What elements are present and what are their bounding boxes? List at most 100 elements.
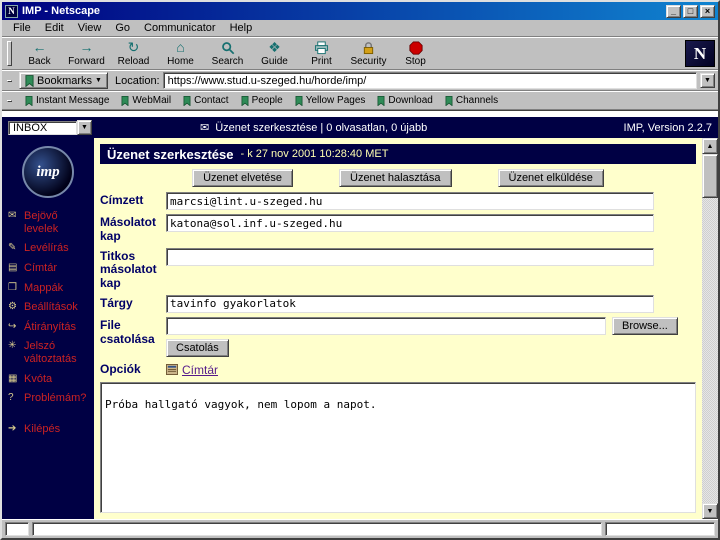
sidebar-item-folders[interactable]: ❒ Mappák xyxy=(8,282,90,295)
netscape-logo[interactable]: N xyxy=(685,40,715,67)
subject-row: Tárgy xyxy=(100,294,696,313)
print-label: Print xyxy=(311,56,332,67)
scrollbar-thumb[interactable] xyxy=(702,154,718,198)
vertical-scrollbar: ▲ ▼ xyxy=(702,138,718,519)
search-button[interactable]: Search xyxy=(204,39,251,68)
minimize-button[interactable]: _ xyxy=(666,4,681,18)
bcc-label: Titkos másolatot kap xyxy=(100,248,157,291)
toolbar-grabber[interactable] xyxy=(7,41,12,66)
sidebar-item-password[interactable]: ✳ Jelszó változtatás xyxy=(8,340,90,365)
scrollbar-track[interactable] xyxy=(702,154,718,503)
personal-toolbar: Instant Message WebMail Contact People Y… xyxy=(2,91,718,110)
send-message-button[interactable]: Üzenet elküldése xyxy=(497,169,604,187)
back-icon: ← xyxy=(32,39,47,55)
bookmarks-button[interactable]: Bookmarks ▼ xyxy=(19,72,108,89)
to-label: Címzett xyxy=(100,193,144,207)
menu-help[interactable]: Help xyxy=(223,21,260,35)
maximize-button[interactable]: □ xyxy=(683,4,698,18)
to-input[interactable] xyxy=(166,192,654,210)
mailbox-select[interactable]: INBOX ▼ xyxy=(8,119,92,136)
url-input[interactable] xyxy=(162,72,697,89)
attach-button[interactable]: Csatolás xyxy=(166,338,229,357)
bcc-row: Titkos másolatot kap xyxy=(100,247,696,291)
print-button[interactable]: Print xyxy=(298,39,345,68)
status-text: Üzenet szerkesztése | 0 olvasatlan, 0 új… xyxy=(215,121,428,134)
browse-button[interactable]: Browse... xyxy=(612,316,678,335)
scroll-up-button[interactable]: ▲ xyxy=(702,138,718,154)
link-download[interactable]: Download xyxy=(374,94,435,107)
stop-button[interactable]: Stop xyxy=(392,39,439,68)
back-button[interactable]: ← Back xyxy=(16,39,63,68)
attachment-row: File csatolása Browse... Csatolás xyxy=(100,316,696,357)
personal-toolbar-grabber[interactable] xyxy=(7,99,12,102)
postpone-message-button[interactable]: Üzenet halasztása xyxy=(339,169,452,187)
quota-icon: ▦ xyxy=(8,372,18,384)
bookmark-icon xyxy=(183,95,191,106)
imp-logo: imp xyxy=(22,146,74,198)
menu-communicator[interactable]: Communicator xyxy=(137,21,223,35)
netscape-app-icon: N xyxy=(5,4,18,18)
home-label: Home xyxy=(167,56,194,67)
search-icon xyxy=(221,40,235,55)
link-webmail[interactable]: WebMail xyxy=(118,94,174,107)
message-body-textarea[interactable]: Próba hallgató vagyok, nem lopom a napot… xyxy=(100,381,696,513)
link-yellow-pages[interactable]: Yellow Pages xyxy=(292,94,369,107)
sidebar-item-problem[interactable]: ? Problémám? xyxy=(8,392,90,405)
progress-panel xyxy=(605,522,715,536)
inbox-mail-icon: ✉ xyxy=(8,210,17,221)
reload-button[interactable]: ↻ Reload xyxy=(110,39,157,68)
imp-top-frame: INBOX ▼ ✉ Üzenet szerkesztése | 0 olvasa… xyxy=(2,111,718,138)
sidebar-item-inbox[interactable]: ✉ Bejövő levelek xyxy=(8,210,90,235)
bookmarks-label: Bookmarks xyxy=(37,74,93,87)
bookmark-icon xyxy=(241,95,249,106)
security-button[interactable]: Security xyxy=(345,39,392,68)
forward-button[interactable]: → Forward xyxy=(63,39,110,68)
sidebar-item-contacts[interactable]: ▤ Címtár xyxy=(8,262,90,275)
mailbox-dropdown-arrow-icon[interactable]: ▼ xyxy=(77,120,92,135)
close-button[interactable]: × xyxy=(700,4,715,18)
menu-edit[interactable]: Edit xyxy=(38,21,71,35)
imp-version: IMP, Version 2.2.7 xyxy=(623,121,712,134)
imp-sidebar: imp ✉ Bejövő levelek ✎ Levélírás ▤ Címtá… xyxy=(2,138,94,519)
stop-label: Stop xyxy=(405,56,426,67)
compose-title: Üzenet szerkesztése xyxy=(107,146,234,162)
cc-input[interactable] xyxy=(166,214,654,232)
imp-status-bar: INBOX ▼ ✉ Üzenet szerkesztése | 0 olvasa… xyxy=(2,117,718,138)
bookmark-icon xyxy=(25,95,33,106)
bcc-input[interactable] xyxy=(166,247,654,266)
sidebar-item-redirect[interactable]: ↪ Átirányítás xyxy=(8,321,90,334)
file-path-input[interactable] xyxy=(166,316,606,335)
link-channels[interactable]: Channels xyxy=(442,94,501,107)
menu-view[interactable]: View xyxy=(71,21,109,35)
cc-row: Másolatot kap xyxy=(100,214,696,244)
browser-content: INBOX ▼ ✉ Üzenet szerkesztése | 0 olvasa… xyxy=(2,110,718,519)
attachment-label: File csatolása xyxy=(100,317,155,346)
title-bar: N IMP - Netscape _ □ × xyxy=(2,2,718,20)
menu-go[interactable]: Go xyxy=(108,21,137,35)
home-icon: ⌂ xyxy=(176,39,185,55)
guide-button[interactable]: ❖ Guide xyxy=(251,39,298,68)
menu-file[interactable]: File xyxy=(6,21,38,35)
sidebar-item-quota[interactable]: ▦ Kvóta xyxy=(8,373,90,386)
link-people[interactable]: People xyxy=(238,94,286,107)
netscape-window: N IMP - Netscape _ □ × File Edit View Go… xyxy=(0,0,720,540)
status-bar xyxy=(2,519,718,538)
link-contact[interactable]: Contact xyxy=(180,94,231,107)
discard-message-button[interactable]: Üzenet elvetése xyxy=(192,169,293,187)
security-status-panel xyxy=(5,522,29,536)
subject-input[interactable] xyxy=(166,294,654,313)
location-bar-grabber[interactable] xyxy=(7,79,12,82)
url-history-dropdown[interactable]: ▼ xyxy=(700,73,715,88)
status-message-panel xyxy=(32,522,602,536)
home-button[interactable]: ⌂ Home xyxy=(157,39,204,68)
sidebar-item-logout[interactable]: ➔ Kilépés xyxy=(8,423,90,436)
mailbox-value: INBOX xyxy=(8,120,77,135)
compose-area: Üzenet szerkesztése - k 27 nov 2001 10:2… xyxy=(94,138,702,519)
scroll-down-button[interactable]: ▼ xyxy=(702,503,718,519)
address-book-link[interactable]: Címtár xyxy=(182,363,218,377)
bookmark-icon xyxy=(445,95,453,106)
sidebar-item-compose[interactable]: ✎ Levélírás xyxy=(8,242,90,255)
link-instant-message[interactable]: Instant Message xyxy=(22,94,112,107)
sidebar-item-settings[interactable]: ⚙ Beállítások xyxy=(8,301,90,314)
compose-header: Üzenet szerkesztése - k 27 nov 2001 10:2… xyxy=(100,144,696,164)
